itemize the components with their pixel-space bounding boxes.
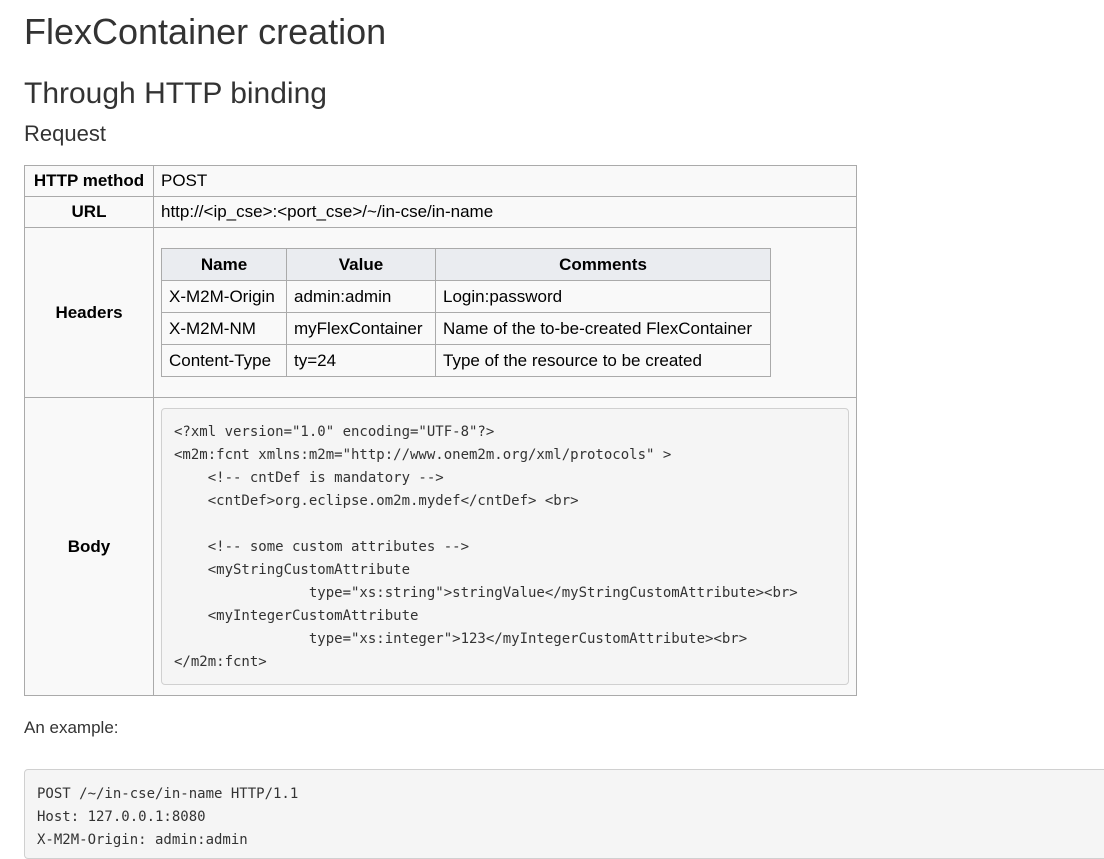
header-value: ty=24 <box>286 344 436 377</box>
body-row: Body <?xml version="1.0" encoding="UTF-8… <box>24 397 857 696</box>
body-code-block: <?xml version="1.0" encoding="UTF-8"?> <… <box>161 408 849 685</box>
example-code-block: POST /~/in-cse/in-name HTTP/1.1 Host: 12… <box>24 769 1104 859</box>
table-row: Content-Type ty=24 Type of the resource … <box>161 344 771 377</box>
body-label: Body <box>24 397 154 696</box>
url-label: URL <box>24 196 154 228</box>
section-heading: Through HTTP binding <box>24 77 327 110</box>
column-header-value: Value <box>286 248 436 281</box>
table-row: X-M2M-Origin admin:admin Login:password <box>161 280 771 313</box>
header-value: myFlexContainer <box>286 312 436 345</box>
headers-row: Headers Name Value Comments X-M2M-Origin… <box>24 227 857 398</box>
header-name: X-M2M-Origin <box>161 280 287 313</box>
table-row: X-M2M-NM myFlexContainer Name of the to-… <box>161 312 771 345</box>
headers-cell: Name Value Comments X-M2M-Origin admin:a… <box>153 227 857 398</box>
method-row: HTTP method POST <box>24 165 857 197</box>
headers-table-header-row: Name Value Comments <box>161 248 771 281</box>
url-value: http://<ip_cse>:<port_cse>/~/in-cse/in-n… <box>153 196 857 228</box>
header-comment: Login:password <box>435 280 771 313</box>
page-title: FlexContainer creation <box>24 11 387 52</box>
header-name: X-M2M-NM <box>161 312 287 345</box>
request-table: HTTP method POST URL http://<ip_cse>:<po… <box>24 165 857 696</box>
url-row: URL http://<ip_cse>:<port_cse>/~/in-cse/… <box>24 196 857 228</box>
header-name: Content-Type <box>161 344 287 377</box>
headers-label: Headers <box>24 227 154 398</box>
column-header-comments: Comments <box>435 248 771 281</box>
column-header-name: Name <box>161 248 287 281</box>
method-value: POST <box>153 165 857 197</box>
example-label: An example: <box>24 718 119 737</box>
header-comment: Name of the to-be-created FlexContainer <box>435 312 771 345</box>
header-value: admin:admin <box>286 280 436 313</box>
body-cell: <?xml version="1.0" encoding="UTF-8"?> <… <box>153 397 857 696</box>
method-label: HTTP method <box>24 165 154 197</box>
header-comment: Type of the resource to be created <box>435 344 771 377</box>
headers-table: Name Value Comments X-M2M-Origin admin:a… <box>161 248 771 377</box>
subsection-heading: Request <box>24 121 106 146</box>
